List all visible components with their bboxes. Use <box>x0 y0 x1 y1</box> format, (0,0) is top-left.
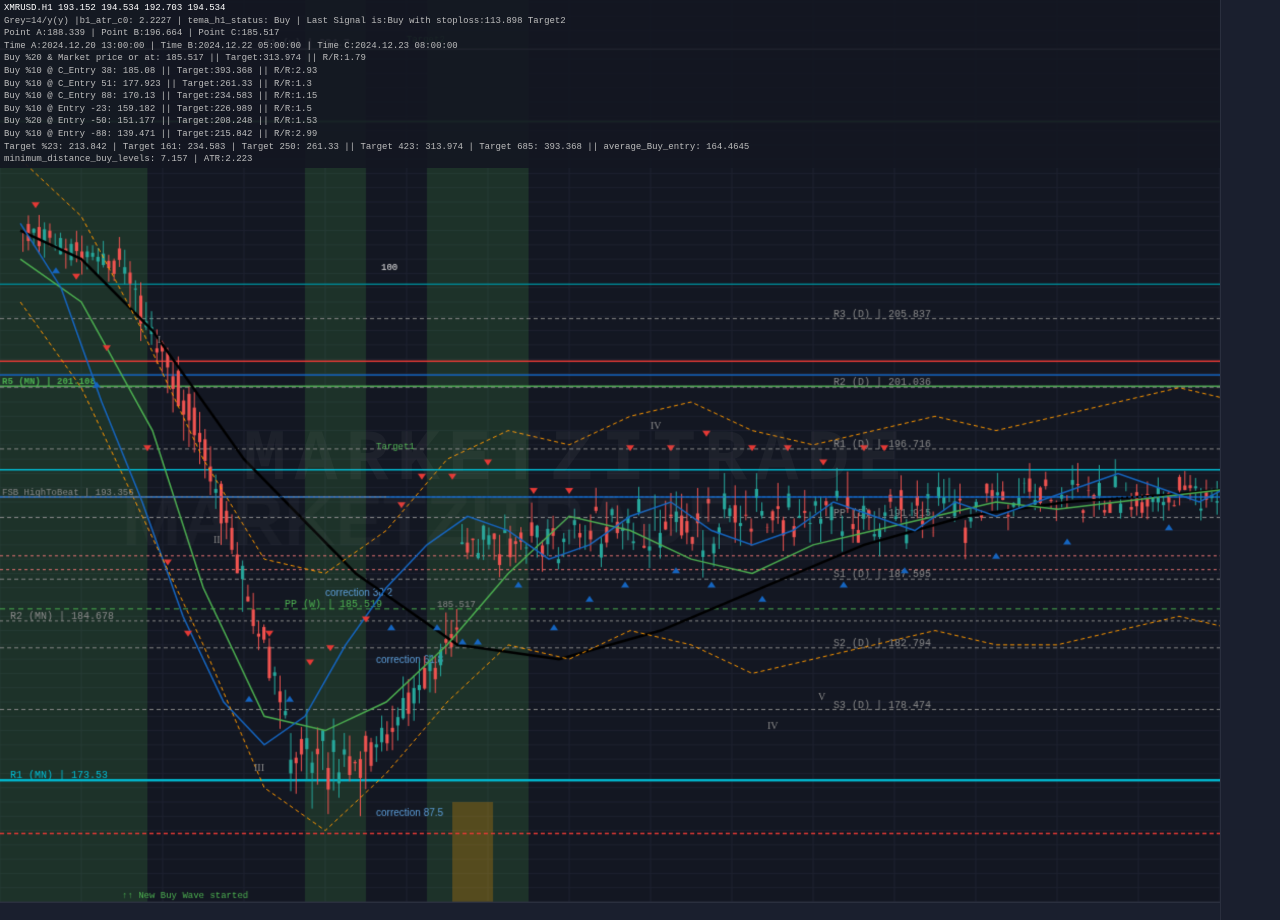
chart-container: MARKETZITRADE XMRUSD.H1 193.152 194.534 … <box>0 0 1280 920</box>
title-line: XMRUSD.H1 193.152 194.534 192.703 194.53… <box>4 2 1216 15</box>
info-line-5: Buy %10 @ C_Entry 38: 185.08 || Target:3… <box>4 65 1216 78</box>
info-line-7: Buy %10 @ C_Entry 88: 170.13 || Target:2… <box>4 90 1216 103</box>
time-axis <box>0 902 1220 920</box>
info-line-8: Buy %10 @ Entry -23: 159.182 || Target:2… <box>4 103 1216 116</box>
info-line-6: Buy %10 @ C_Entry 51: 177.923 || Target:… <box>4 78 1216 91</box>
info-line-1: Grey=14/y(y) |b1_atr_c0: 2.2227 | tema_h… <box>4 15 1216 28</box>
info-line-3: Time A:2024.12.20 13:00:00 | Time B:2024… <box>4 40 1216 53</box>
info-line-4: Buy %20 & Market price or at: 185.517 ||… <box>4 52 1216 65</box>
info-line-10: Buy %10 @ Entry -88: 139.471 || Target:2… <box>4 128 1216 141</box>
info-line-2: Point A:188.339 | Point B:196.664 | Poin… <box>4 27 1216 40</box>
info-line-11: Target %23: 213.842 | Target 161: 234.58… <box>4 141 1216 154</box>
chart-title: XMRUSD.H1 193.152 194.534 192.703 194.53… <box>4 3 225 13</box>
info-bar: XMRUSD.H1 193.152 194.534 192.703 194.53… <box>0 0 1220 168</box>
info-line-9: Buy %20 @ Entry -50: 151.177 || Target:2… <box>4 115 1216 128</box>
info-line-12: minimum_distance_buy_levels: 7.157 | ATR… <box>4 153 1216 166</box>
price-axis <box>1220 0 1280 920</box>
